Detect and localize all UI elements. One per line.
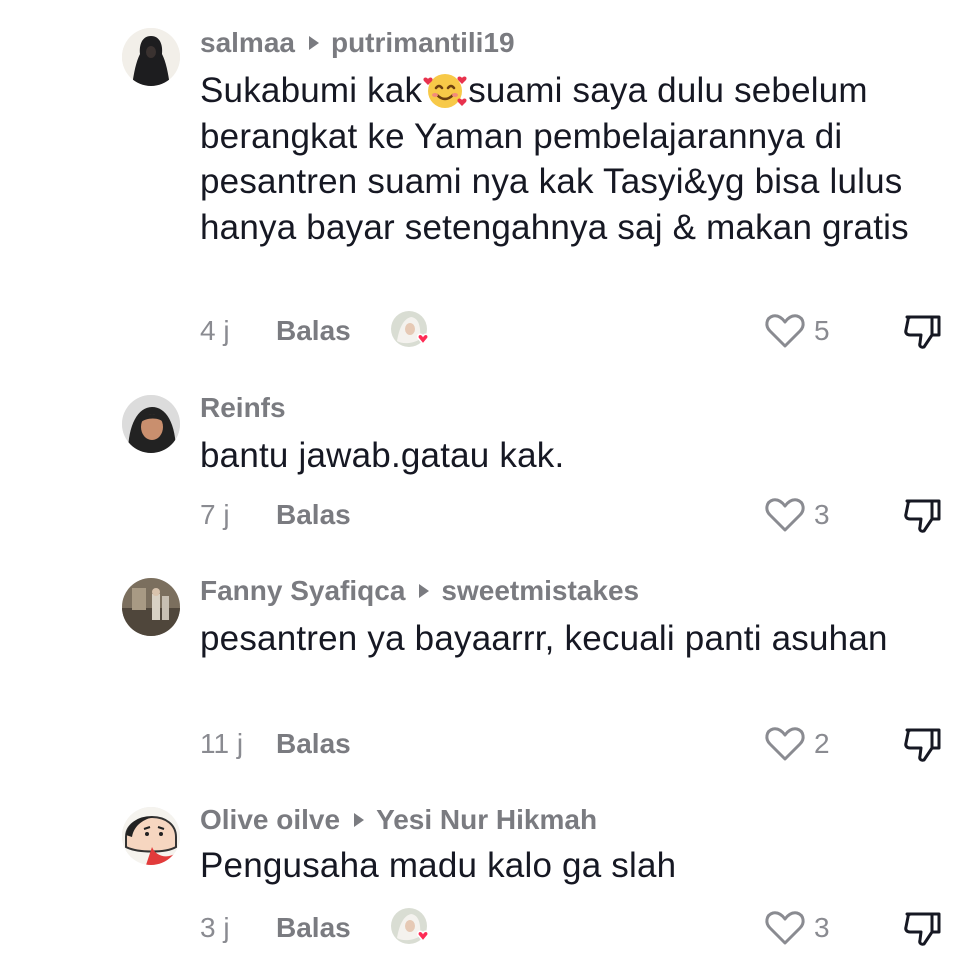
like-button[interactable]: 3 (764, 495, 830, 535)
comment-time: 7 j (200, 499, 230, 530)
comment-header: Reinfs (200, 391, 286, 425)
reply-to-user[interactable]: Yesi Nur Hikmah (376, 804, 597, 836)
avatar[interactable] (122, 578, 180, 636)
reply-button[interactable]: Balas (276, 315, 351, 347)
creator-liked-avatar-icon (389, 309, 435, 353)
like-button[interactable]: 5 (764, 311, 830, 351)
avatar[interactable] (122, 395, 180, 453)
reply-button[interactable]: Balas (276, 499, 351, 531)
comment-text-part: Sukabumi kak (200, 71, 423, 110)
reply-button[interactable]: Balas (276, 912, 351, 944)
reply-to-user[interactable]: putrimantili19 (331, 27, 515, 59)
avatar[interactable] (122, 28, 180, 86)
reply-arrow-icon (308, 36, 319, 50)
comment-text: bantu jawab.gatau kak. (200, 436, 565, 475)
reply-to-user[interactable]: sweetmistakes (441, 575, 639, 607)
like-button[interactable]: 3 (764, 908, 830, 948)
like-count: 3 (814, 912, 830, 943)
dislike-button[interactable] (902, 724, 942, 764)
comment-author[interactable]: Olive oilve (200, 804, 340, 836)
comment-text: Pengusaha madu kalo ga slah (200, 846, 677, 885)
comment-header: Fanny Syafiqca sweetmistakes (200, 574, 639, 608)
thumbs-down-icon (904, 728, 941, 762)
comment-time: 3 j (200, 912, 230, 943)
thumbs-down-icon (904, 315, 941, 349)
creator-liked-avatar-icon (389, 906, 435, 950)
comment-author[interactable]: Fanny Syafiqca (200, 575, 405, 607)
comment-header: Olive oilve Yesi Nur Hikmah (200, 803, 597, 837)
reply-arrow-icon (354, 813, 365, 827)
comment-header: salmaa putrimantili19 (200, 26, 515, 60)
dislike-button[interactable] (902, 908, 942, 948)
like-count: 5 (814, 315, 830, 346)
like-count: 2 (814, 728, 830, 759)
comment-text: pesantren ya bayaarrr, kecuali panti asu… (200, 619, 888, 658)
dislike-button[interactable] (902, 495, 942, 535)
comment-time: 4 j (200, 315, 230, 346)
comment-time: 11 j (200, 728, 244, 759)
heart-icon (765, 727, 805, 761)
avatar[interactable] (122, 807, 180, 865)
comment-author[interactable]: salmaa (200, 27, 295, 59)
heart-icon (765, 314, 805, 348)
dislike-button[interactable] (902, 311, 942, 351)
reply-button[interactable]: Balas (276, 728, 351, 760)
thumbs-down-icon (904, 499, 941, 533)
reply-arrow-icon (419, 584, 430, 598)
heart-icon (765, 498, 805, 532)
comment-author[interactable]: Reinfs (200, 392, 286, 424)
heart-icon (765, 911, 805, 945)
comment-text: Sukabumi kak suami saya dulu sebelum ber… (200, 68, 945, 250)
like-count: 3 (814, 499, 830, 530)
like-button[interactable]: 2 (764, 724, 830, 764)
smiling-face-with-hearts-icon (422, 70, 468, 110)
thumbs-down-icon (904, 912, 941, 946)
